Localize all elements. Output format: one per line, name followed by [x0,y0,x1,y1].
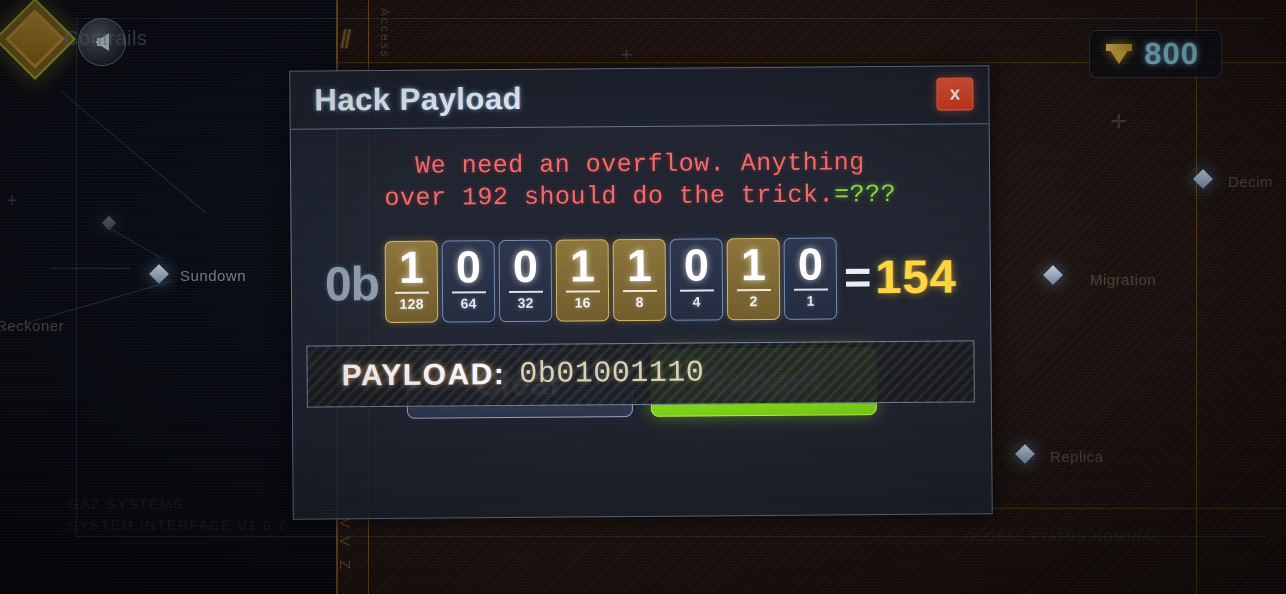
payload-readout-bar: PAYLOAD: 0b01001110 [306,340,975,408]
bit-toggle-32[interactable]: 0 32 [498,239,553,323]
map-cross-marker-icon: + [620,42,633,67]
bit-toggle-64[interactable]: 0 64 [441,240,496,323]
hud-frame-line-top [76,18,1266,19]
currency-value: 800 [1144,36,1199,71]
binary-prefix-label: 0b [324,258,380,312]
bit-separator [736,289,771,292]
equals-sign: = [843,250,872,304]
dialog-titlebar: Hack Payload x [290,66,989,130]
decor-vertical-label-z: Z [336,560,353,572]
bit-separator [451,291,486,294]
bit-weight: 32 [517,294,534,312]
bit-toggle-8[interactable]: 1 8 [612,238,667,322]
bit-digit: 1 [569,240,596,292]
star-node-label-sundown: Sundown [180,268,247,285]
bit-weight: 128 [399,295,424,312]
bit-separator [565,290,600,293]
bit-digit: 0 [455,241,482,293]
bit-separator [679,289,714,292]
bit-digit: 0 [512,240,539,293]
bit-toggle-2[interactable]: 1 2 [726,237,781,321]
star-node-label-reckoner: Reckoner [0,318,65,335]
star-connector [50,268,130,269]
bit-separator [394,291,429,295]
dialog-body: We need an overflow. Anything over 192 s… [291,124,991,419]
currency-badge[interactable]: 800 [1089,30,1222,78]
payload-value: 0b01001110 [519,356,705,392]
bit-toggle-16[interactable]: 1 16 [555,239,610,322]
star-node-label-decim: Decim [1228,174,1274,191]
map-title-label: Contrails [64,28,148,50]
star-node-label-replica: Replica [1050,449,1104,466]
bit-separator [508,290,543,294]
game-screen: Contrails Sundown Reckoner Migration Dec… [0,0,1286,594]
dialog-message: We need an overflow. Anything over 192 s… [291,146,989,215]
bit-digit: 1 [626,239,653,292]
decor-vertical-label-access: Access [378,8,392,59]
map-cross-marker-icon: + [6,190,18,212]
decimal-total-value: 154 [875,249,958,304]
bit-separator [793,288,828,291]
dialog-message-line-2: over 192 should do the trick. [384,180,835,214]
bit-weight: 4 [692,293,701,310]
bit-toggle-4[interactable]: 0 4 [669,238,724,321]
bit-weight: 64 [460,295,477,312]
bit-separator [622,289,657,293]
hud-frame-line-left [76,18,77,538]
dialog-title: Hack Payload [314,80,523,118]
hud-accent-divider-5 [1196,0,1197,594]
dialog-message-line-2-wrap: over 192 should do the trick.=??? [319,178,961,215]
bit-weight: 1 [806,292,815,309]
bit-digit: 1 [398,241,425,293]
bit-toggle-128[interactable]: 1 128 [384,240,439,324]
map-cross-marker-icon: + [1110,105,1128,138]
star-node-label-migration: Migration [1090,272,1157,289]
decor-slash-marks: // [340,24,352,54]
hud-secondary-text: GLOBAL STATUS NOMINAL [965,530,1162,544]
bit-weight: 2 [749,293,758,310]
hack-payload-dialog: Hack Payload x We need an overflow. Anyt… [289,65,993,520]
bit-weight: 8 [635,294,644,311]
decor-vertical-label-vv: V V [336,518,353,549]
dialog-message-line-1: We need an overflow. Anything [415,148,865,181]
hud-system-text: GAZ SYSTEMS SYSTEM INTERFACE V1.0.7 [68,496,287,533]
bit-toggle-1[interactable]: 0 1 [783,237,838,320]
close-icon[interactable]: x [936,77,974,111]
dialog-message-unknown: =??? [833,179,897,210]
bit-weight: 16 [574,294,591,311]
bit-digit: 1 [740,239,767,291]
bit-digit: 0 [797,238,824,290]
payload-label: PAYLOAD: [341,358,506,393]
binary-bit-row: 0b 1 128 0 64 0 32 1 16 1 8 0 4 1 2 0 1 … [292,236,991,324]
bit-digit: 0 [683,239,710,291]
gem-icon [1106,44,1133,64]
